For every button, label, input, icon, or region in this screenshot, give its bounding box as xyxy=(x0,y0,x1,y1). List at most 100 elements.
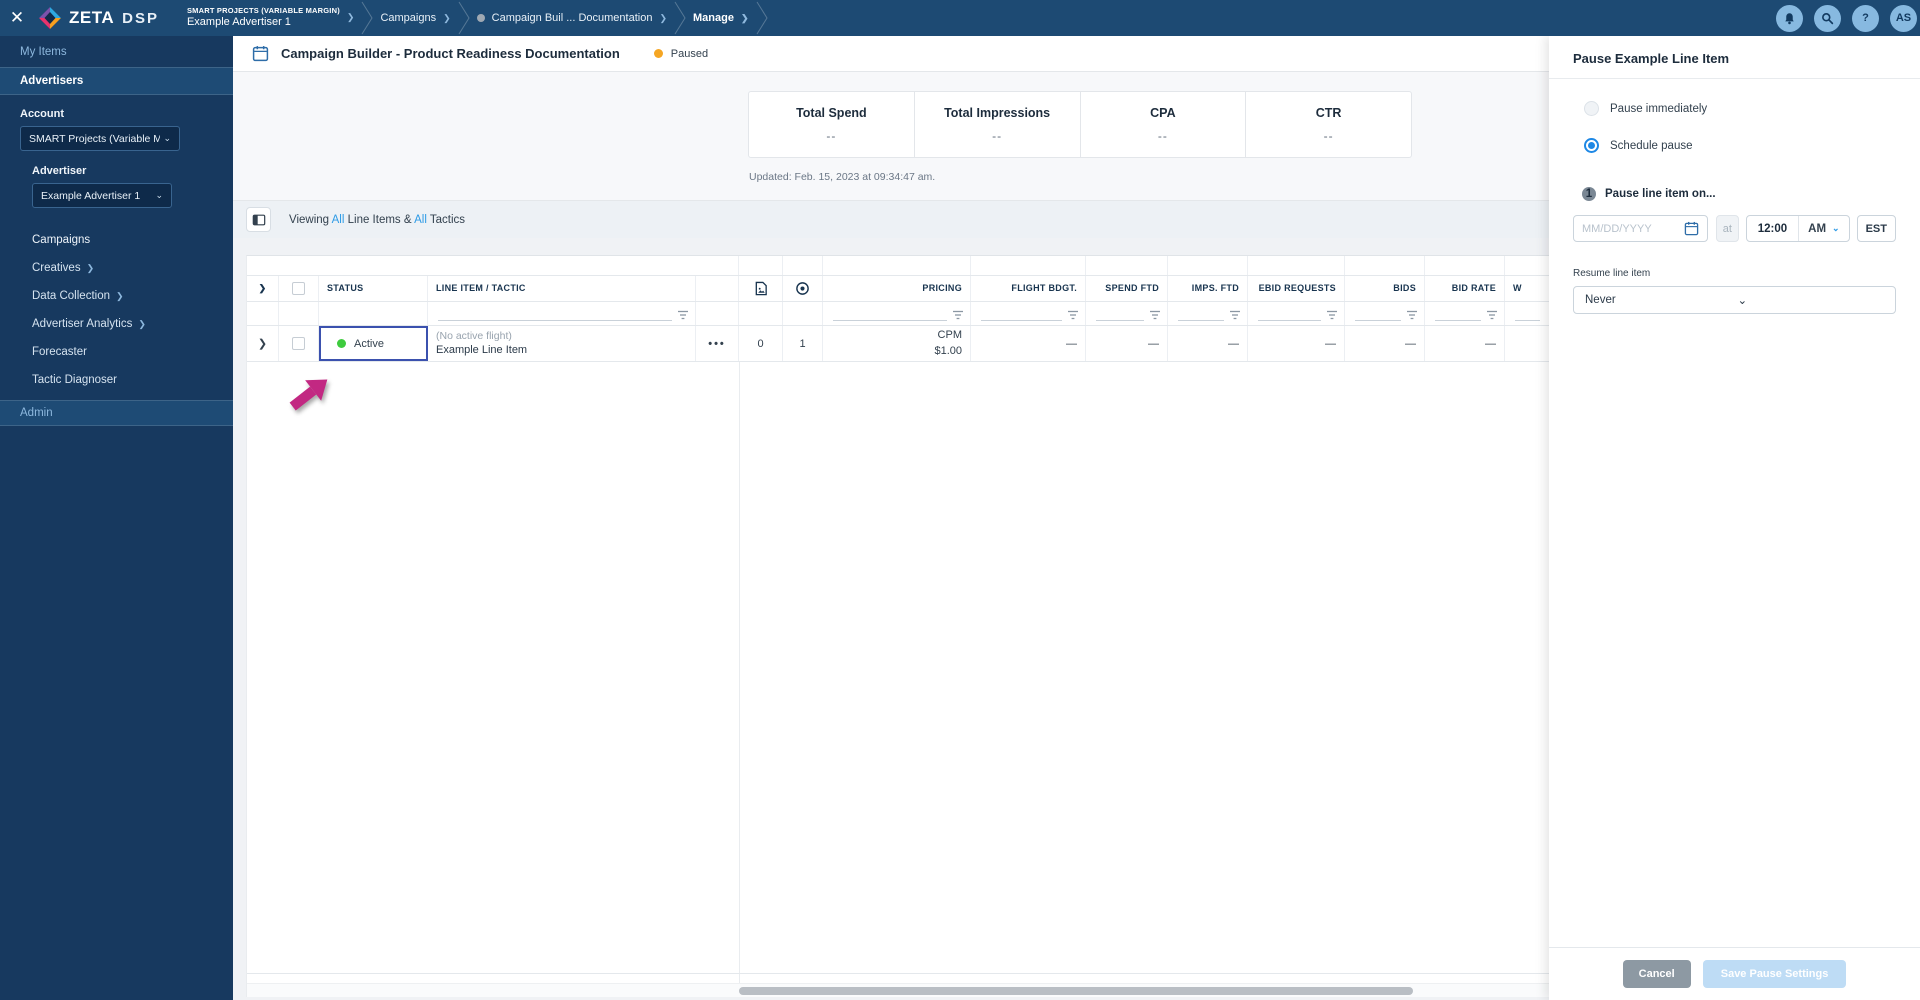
account-label: Account xyxy=(20,108,64,120)
sidebar-section-advertisers[interactable]: Advertisers xyxy=(0,67,233,95)
ebid-requests-cell: — xyxy=(1248,326,1345,361)
filter-input-flight-bdgt[interactable] xyxy=(981,309,1062,321)
expand-row-button[interactable]: ❯ xyxy=(247,326,279,361)
spend-ftd-cell: — xyxy=(1086,326,1168,361)
column-header-line-item-tactic[interactable]: LINE ITEM / TACTIC xyxy=(428,276,696,301)
column-header-creatives[interactable] xyxy=(739,276,783,301)
help-button[interactable]: ? xyxy=(1852,4,1879,32)
avatar[interactable]: AS xyxy=(1890,4,1917,32)
cancel-button[interactable]: Cancel xyxy=(1622,960,1691,988)
resume-select-value: Never xyxy=(1585,294,1616,306)
filter-icon[interactable] xyxy=(1229,310,1241,320)
advertiser-select-value: Example Advertiser 1 xyxy=(41,189,141,202)
table-header-row: ❯ STATUS LINE ITEM / TACTIC PRICING FLIG… xyxy=(247,276,1549,302)
panel-footer: Cancel Save Pause Settings xyxy=(1549,947,1920,1000)
column-header-pricing[interactable]: PRICING xyxy=(823,276,971,301)
advertiser-select[interactable]: Example Advertiser 1 ⌄ xyxy=(32,183,172,208)
search-button[interactable] xyxy=(1814,4,1841,32)
breadcrumb-separator xyxy=(674,1,686,35)
resume-select[interactable]: Never ⌄ xyxy=(1573,286,1896,314)
toggle-side-panel-button[interactable] xyxy=(246,207,271,232)
filter-icon[interactable] xyxy=(1149,310,1161,320)
viewing-summary: Viewing All Line Items & All Tactics xyxy=(289,213,466,226)
filter-input-bid-rate[interactable] xyxy=(1435,309,1481,321)
breadcrumb-campaign[interactable]: Campaign Buil ... Documentation ❯ xyxy=(471,12,673,24)
breadcrumb-separator xyxy=(362,1,374,35)
radio-pause-immediately[interactable]: Pause immediately xyxy=(1573,101,1896,116)
radio-schedule-pause[interactable]: Schedule pause xyxy=(1573,138,1896,153)
filter-icon[interactable] xyxy=(1067,310,1079,320)
calendar-icon[interactable] xyxy=(1684,221,1699,236)
column-header-bid-rate[interactable]: BID RATE xyxy=(1425,276,1505,301)
sidebar-item-campaigns[interactable]: Campaigns xyxy=(0,226,233,254)
sidebar-item-my-items[interactable]: My Items xyxy=(0,36,233,67)
breadcrumb-advertiser[interactable]: SMART PROJECTS (VARIABLE MARGIN) Example… xyxy=(181,7,360,28)
filter-input-ebid-requests[interactable] xyxy=(1258,309,1321,321)
pause-time-field[interactable]: 12:00 AM ⌄ xyxy=(1745,215,1850,242)
expand-all-button[interactable]: ❯ xyxy=(247,276,279,301)
filter-icon[interactable] xyxy=(1406,310,1418,320)
column-header-wins[interactable]: W xyxy=(1505,276,1551,301)
metric-ctr: CTR -- xyxy=(1315,106,1342,143)
filter-input-spend-ftd[interactable] xyxy=(1096,309,1144,321)
filter-icon[interactable] xyxy=(1486,310,1498,320)
advertiser-label: Advertiser xyxy=(32,165,87,177)
sidebar-item-forecaster[interactable]: Forecaster xyxy=(0,338,233,366)
creative-file-icon xyxy=(755,281,767,296)
account-select-value: SMART Projects (Variable M... xyxy=(29,132,161,145)
column-header-bids[interactable]: BIDS xyxy=(1345,276,1425,301)
column-header-ebid-requests[interactable]: EBID REQUESTS xyxy=(1248,276,1345,301)
pricing-type: CPM xyxy=(937,329,962,342)
radio-on-icon[interactable] xyxy=(1584,138,1599,153)
save-pause-settings-button[interactable]: Save Pause Settings xyxy=(1702,960,1847,988)
sidebar-item-data-collection[interactable]: Data Collection ❯ xyxy=(0,282,233,310)
filter-input-line-item[interactable] xyxy=(438,309,672,321)
column-header-status[interactable]: STATUS xyxy=(319,276,428,301)
column-header-tactics[interactable] xyxy=(783,276,823,301)
pause-step-header: 1 Pause line item on... xyxy=(1573,187,1896,201)
pause-date-input[interactable] xyxy=(1582,222,1684,235)
filter-input-pricing[interactable] xyxy=(833,309,947,321)
meridiem-select[interactable]: AM ⌄ xyxy=(1799,223,1848,235)
all-tactics-link[interactable]: All xyxy=(414,214,427,226)
bell-icon xyxy=(1785,12,1794,24)
filter-input-wins[interactable] xyxy=(1515,309,1540,321)
row-checkbox[interactable] xyxy=(292,337,305,350)
select-all-checkbox[interactable] xyxy=(292,282,305,295)
breadcrumb-account-name: SMART PROJECTS (VARIABLE MARGIN) xyxy=(186,6,340,16)
filter-input-bids[interactable] xyxy=(1355,309,1401,321)
notifications-button[interactable] xyxy=(1776,4,1803,32)
row-menu-button[interactable]: ••• xyxy=(696,326,739,361)
chevron-right-icon: ❯ xyxy=(86,262,95,273)
pause-time-value[interactable]: 12:00 xyxy=(1747,216,1800,241)
filter-icon[interactable] xyxy=(677,310,689,320)
timezone-badge: EST xyxy=(1856,215,1896,242)
sidebar-item-creatives[interactable]: Creatives ❯ xyxy=(0,254,233,282)
step-number-badge: 1 xyxy=(1582,187,1596,201)
layout-columns-icon xyxy=(252,214,265,225)
column-header-flight-bdgt[interactable]: FLIGHT BDGT. xyxy=(971,276,1086,301)
filter-input-imps-ftd[interactable] xyxy=(1178,309,1224,321)
sidebar-item-admin[interactable]: Admin xyxy=(0,400,233,426)
breadcrumb-separator xyxy=(756,1,768,35)
breadcrumb-campaigns[interactable]: Campaigns ❯ xyxy=(374,12,456,24)
all-line-items-link[interactable]: All xyxy=(332,214,345,226)
filter-icon[interactable] xyxy=(1326,310,1338,320)
pause-date-field[interactable] xyxy=(1573,215,1708,242)
close-icon[interactable]: ✕ xyxy=(0,8,34,28)
column-header-imps-ftd[interactable]: IMPS. FTD xyxy=(1168,276,1248,301)
breadcrumb-advertiser-name: Example Advertiser 1 xyxy=(186,15,291,28)
account-select[interactable]: SMART Projects (Variable M... ⌄ xyxy=(20,126,180,151)
line-item-name-cell[interactable]: (No active flight) Example Line Item xyxy=(428,326,696,361)
column-header-spend-ftd[interactable]: SPEND FTD xyxy=(1086,276,1168,301)
paused-dot-icon xyxy=(653,49,663,58)
line-item-status-cell[interactable]: Active xyxy=(319,326,428,361)
question-mark-icon: ? xyxy=(1862,12,1869,24)
chevron-right-icon: ❯ xyxy=(115,290,124,301)
sidebar-item-tactic-diagnoser[interactable]: Tactic Diagnoser xyxy=(0,366,233,394)
radio-off-icon[interactable] xyxy=(1584,101,1599,116)
sidebar-item-advertiser-analytics[interactable]: Advertiser Analytics ❯ xyxy=(0,310,233,338)
horizontal-scrollbar-thumb[interactable] xyxy=(739,987,1413,995)
breadcrumb-manage[interactable]: Manage ❯ xyxy=(687,12,755,24)
filter-icon[interactable] xyxy=(952,310,964,320)
